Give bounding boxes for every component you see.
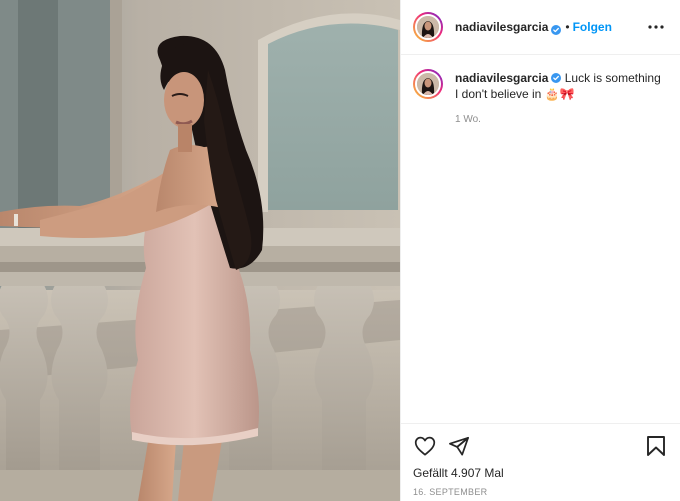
separator-dot: • — [565, 20, 570, 34]
more-options-icon[interactable] — [644, 15, 668, 39]
caption-line-1: Luck is something — [564, 71, 661, 85]
bookmark-icon[interactable] — [644, 434, 668, 458]
caption-avatar[interactable] — [413, 69, 443, 99]
post-photo-image — [0, 0, 400, 501]
instagram-post: nadiavilesgarcia • Folgen nadiavilesgarc… — [0, 0, 680, 501]
post-actions-section: Gefällt 4.907 Mal 16. SEPTEMBER — [401, 423, 680, 501]
caption-area: nadiavilesgarcia Luck is something I don… — [401, 55, 680, 423]
post-photo[interactable] — [0, 0, 400, 501]
caption-text-block: nadiavilesgarcia Luck is something I don… — [455, 69, 661, 102]
caption-time-ago[interactable]: 1 Wo. — [455, 114, 668, 125]
heart-icon[interactable] — [413, 434, 437, 458]
likes-count[interactable]: Gefällt 4.907 Mal — [413, 466, 668, 480]
post-side-panel: nadiavilesgarcia • Folgen nadiavilesgarc… — [400, 0, 680, 501]
follow-button[interactable]: Folgen — [573, 20, 612, 34]
caption-line-2: I don't believe in 🎂🎀 — [455, 87, 575, 101]
author-username[interactable]: nadiavilesgarcia — [455, 20, 548, 34]
post-date[interactable]: 16. SEPTEMBER — [413, 487, 668, 497]
action-bar — [413, 432, 668, 460]
avatar-portrait — [417, 73, 439, 95]
author-avatar-image — [415, 14, 441, 40]
verified-badge-icon — [551, 71, 562, 83]
caption-username[interactable]: nadiavilesgarcia — [455, 71, 548, 85]
avatar-portrait — [417, 16, 439, 38]
caption-avatar-image — [415, 71, 441, 97]
verified-badge-icon — [551, 22, 562, 35]
author-avatar[interactable] — [413, 12, 443, 42]
caption-row: nadiavilesgarcia Luck is something I don… — [413, 69, 668, 102]
post-header: nadiavilesgarcia • Folgen — [401, 0, 680, 55]
paper-plane-icon[interactable] — [447, 434, 471, 458]
